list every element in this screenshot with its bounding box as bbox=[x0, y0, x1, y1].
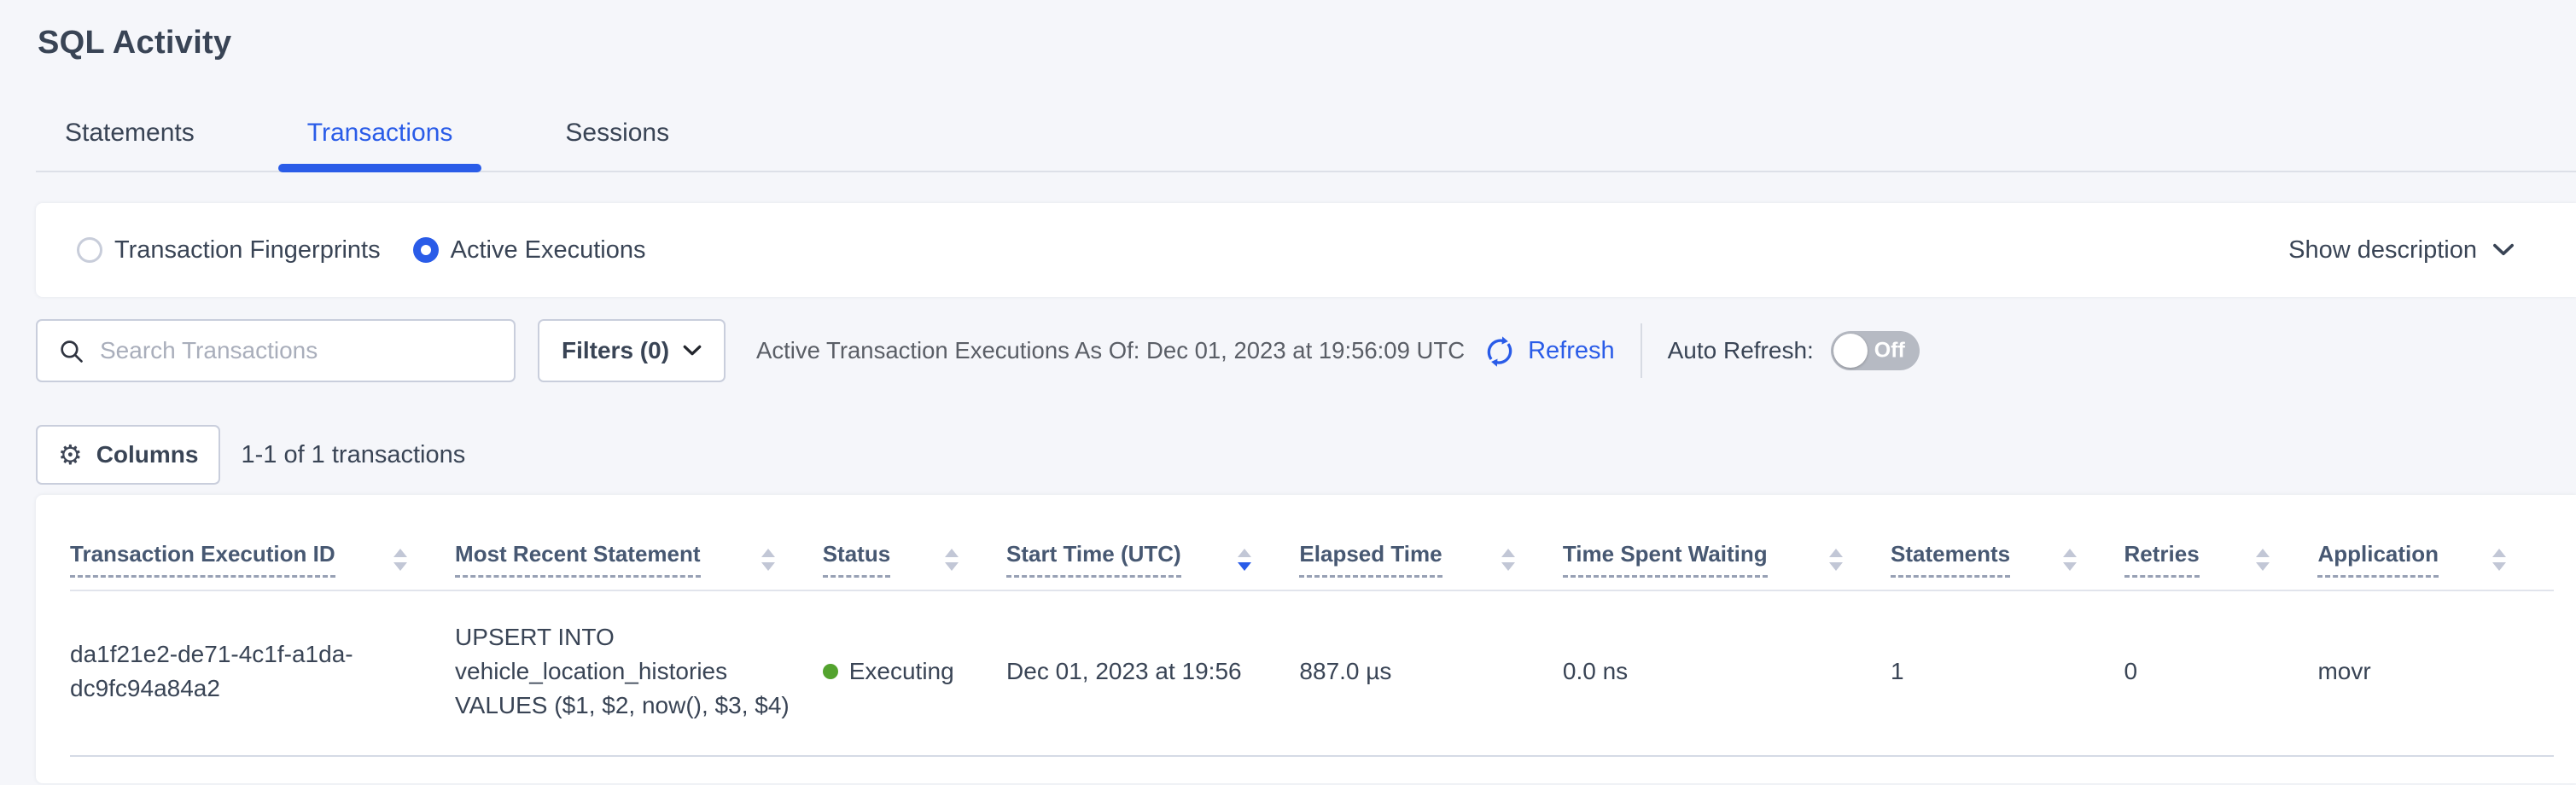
col-header-most-recent-statement[interactable]: Most Recent Statement bbox=[455, 495, 823, 590]
tab-bar: Statements Transactions Sessions bbox=[36, 118, 2576, 172]
refresh-label: Refresh bbox=[1528, 337, 1615, 365]
cell-statements: 1 bbox=[1891, 590, 2124, 756]
col-header-retries[interactable]: Retries bbox=[2124, 495, 2318, 590]
show-description-label: Show description bbox=[2288, 236, 2477, 265]
filters-button[interactable]: Filters (0) bbox=[538, 319, 726, 382]
cell-retries: 0 bbox=[2124, 590, 2318, 756]
refresh-button[interactable]: Refresh bbox=[1482, 333, 1615, 369]
status-executing-icon bbox=[823, 664, 838, 679]
filters-toolbar: Filters (0) Active Transaction Execution… bbox=[36, 319, 2576, 382]
radio-selected-icon bbox=[413, 237, 439, 263]
radio-label: Active Executions bbox=[451, 236, 646, 265]
view-options-card: Transaction Fingerprints Active Executio… bbox=[36, 203, 2576, 297]
radio-transaction-fingerprints[interactable]: Transaction Fingerprints bbox=[77, 236, 381, 265]
sort-desc-icon bbox=[1238, 549, 1251, 571]
columns-button[interactable]: ⚙ Columns bbox=[36, 425, 220, 485]
cell-elapsed-time: 887.0 µs bbox=[1299, 590, 1562, 756]
col-header-status[interactable]: Status bbox=[823, 495, 1006, 590]
auto-refresh-label: Auto Refresh: bbox=[1668, 337, 1814, 364]
tab-transactions[interactable]: Transactions bbox=[278, 118, 482, 171]
chevron-down-icon bbox=[2492, 243, 2515, 257]
col-header-elapsed-time[interactable]: Elapsed Time bbox=[1299, 495, 1562, 590]
chevron-down-icon bbox=[683, 345, 702, 357]
toggle-state-label: Off bbox=[1874, 339, 1905, 363]
transactions-table: Transaction Execution ID Most Recent Sta… bbox=[70, 495, 2554, 757]
table-row[interactable]: da1f21e2-de71-4c1f-a1da-dc9fc94a84a2 UPS… bbox=[70, 590, 2554, 756]
vertical-divider bbox=[1641, 323, 1642, 378]
sort-icon bbox=[761, 549, 775, 571]
filters-button-label: Filters (0) bbox=[562, 337, 669, 364]
sort-icon bbox=[2256, 549, 2270, 571]
search-icon bbox=[58, 338, 85, 364]
radio-unselected-icon bbox=[77, 237, 102, 263]
col-header-application[interactable]: Application bbox=[2317, 495, 2554, 590]
transactions-table-card: Transaction Execution ID Most Recent Sta… bbox=[36, 495, 2576, 783]
sort-icon bbox=[1829, 549, 1843, 571]
sort-icon bbox=[393, 549, 407, 571]
cell-start-time: Dec 01, 2023 at 19:56 bbox=[1006, 590, 1299, 756]
col-header-start-time[interactable]: Start Time (UTC) bbox=[1006, 495, 1299, 590]
col-header-transaction-execution-id[interactable]: Transaction Execution ID bbox=[70, 495, 455, 590]
cell-status: Executing bbox=[823, 590, 1006, 756]
cell-transaction-execution-id: da1f21e2-de71-4c1f-a1da-dc9fc94a84a2 bbox=[70, 590, 455, 756]
sort-icon bbox=[945, 549, 959, 571]
radio-active-executions[interactable]: Active Executions bbox=[413, 236, 646, 265]
sql-activity-page: SQL Activity Statements Transactions Ses… bbox=[0, 0, 2576, 785]
cell-time-spent-waiting: 0.0 ns bbox=[1563, 590, 1891, 756]
refresh-icon bbox=[1482, 333, 1518, 369]
radio-label: Transaction Fingerprints bbox=[114, 236, 381, 265]
search-input[interactable] bbox=[100, 337, 514, 364]
cell-most-recent-statement: UPSERT INTO vehicle_location_histories V… bbox=[455, 590, 823, 756]
auto-refresh-toggle[interactable]: Off bbox=[1831, 331, 1920, 370]
results-count: 1-1 of 1 transactions bbox=[241, 441, 465, 469]
sort-icon bbox=[2492, 549, 2506, 571]
cell-application: movr bbox=[2317, 590, 2554, 756]
toggle-knob-icon bbox=[1833, 334, 1868, 368]
results-bar: ⚙ Columns 1-1 of 1 transactions bbox=[36, 425, 2576, 485]
columns-button-label: Columns bbox=[96, 441, 199, 468]
tab-sessions[interactable]: Sessions bbox=[536, 118, 698, 171]
col-header-time-spent-waiting[interactable]: Time Spent Waiting bbox=[1563, 495, 1891, 590]
page-title: SQL Activity bbox=[0, 0, 2576, 63]
status-label: Executing bbox=[849, 654, 954, 689]
sort-icon bbox=[1501, 549, 1515, 571]
gear-icon: ⚙ bbox=[58, 439, 83, 471]
show-description-toggle[interactable]: Show description bbox=[2288, 236, 2515, 265]
as-of-timestamp: Active Transaction Executions As Of: Dec… bbox=[756, 337, 1465, 364]
search-box bbox=[36, 319, 516, 382]
sort-icon bbox=[2063, 549, 2077, 571]
col-header-statements[interactable]: Statements bbox=[1891, 495, 2124, 590]
table-header-row: Transaction Execution ID Most Recent Sta… bbox=[70, 495, 2554, 590]
tab-statements[interactable]: Statements bbox=[36, 118, 224, 171]
